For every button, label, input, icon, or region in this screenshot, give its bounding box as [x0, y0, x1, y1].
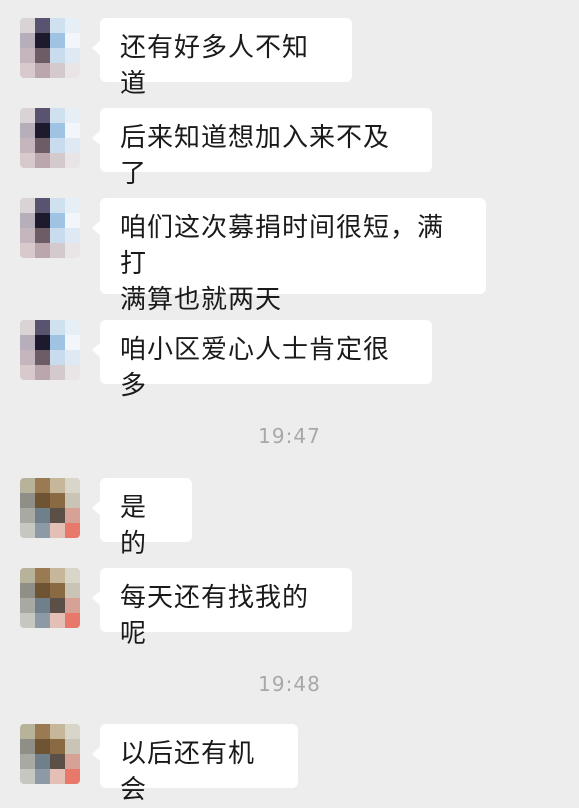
message-text: 咱小区爱心人士肯定很多 [120, 335, 391, 401]
message-text: 还有好多人不知道 [120, 33, 310, 99]
avatar[interactable] [20, 18, 80, 78]
message-bubble[interactable]: 后来知道想加入来不及了 [92, 108, 432, 189]
message-bubble[interactable]: 以后还有机会 [92, 724, 298, 805]
avatar[interactable] [20, 568, 80, 628]
message-text: 后来知道想加入来不及了 [120, 123, 391, 189]
avatar[interactable] [20, 478, 80, 538]
message-text: 以后还有机会 [120, 739, 256, 805]
timestamp: 19:47 [258, 424, 321, 448]
message-bubble[interactable]: 每天还有找我的呢 [92, 568, 352, 649]
message-bubble[interactable]: 还有好多人不知道 [92, 18, 352, 99]
avatar[interactable] [20, 198, 80, 258]
message-bubble[interactable]: 咱们这次募捐时间很短，满打 满算也就两天 [92, 198, 486, 315]
message-text: 是的 [120, 493, 148, 559]
avatar[interactable] [20, 108, 80, 168]
message-text: 咱们这次募捐时间很短，满打 满算也就两天 [120, 213, 445, 315]
timestamp: 19:48 [258, 672, 321, 696]
message-bubble[interactable]: 是的 [92, 478, 192, 559]
avatar[interactable] [20, 724, 80, 784]
message-text: 每天还有找我的呢 [120, 583, 310, 649]
message-bubble[interactable]: 咱小区爱心人士肯定很多 [92, 320, 432, 401]
avatar[interactable] [20, 320, 80, 380]
